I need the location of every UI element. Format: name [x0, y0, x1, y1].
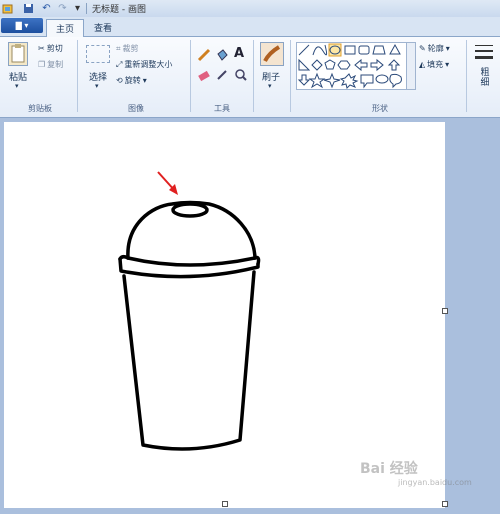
- resize-handle-right[interactable]: [442, 308, 448, 314]
- copy-icon: ❐: [38, 60, 46, 69]
- group-separator: [290, 40, 291, 112]
- save-icon[interactable]: [22, 2, 35, 14]
- select-icon[interactable]: [86, 45, 110, 63]
- text-tool[interactable]: A: [234, 46, 244, 61]
- eyedropper-icon: [217, 70, 227, 80]
- tab-view[interactable]: 查看: [86, 19, 120, 36]
- outline-icon: ✎: [419, 44, 426, 53]
- crop-icon: ⌗: [116, 43, 121, 53]
- pencil-tool[interactable]: [197, 48, 211, 62]
- shapes-gallery[interactable]: [296, 42, 408, 90]
- eraser-tool[interactable]: [197, 68, 211, 82]
- size-button[interactable]: 粗 细: [476, 68, 494, 88]
- resize-handle-bottom[interactable]: [222, 501, 228, 507]
- brushes-dropdown-icon[interactable]: ▾: [268, 82, 272, 90]
- color-picker-tool[interactable]: [215, 68, 229, 82]
- crop-button[interactable]: ⌗ 裁剪: [116, 43, 139, 54]
- fill-label: 填充: [427, 60, 444, 69]
- window-title: 无标题 - 画图: [92, 5, 146, 15]
- copy-button[interactable]: ❐ 复制: [38, 59, 63, 70]
- fill-icon: ◭: [419, 60, 426, 69]
- fill-button[interactable]: ◭ 填充 ▾: [419, 59, 449, 70]
- copy-label: 复制: [47, 60, 64, 69]
- tab-home[interactable]: 主页: [46, 19, 84, 37]
- paint-menu-button[interactable]: ▇ ▾: [1, 18, 43, 33]
- crop-label: 裁剪: [122, 44, 139, 53]
- redo-icon[interactable]: ↷: [56, 2, 69, 14]
- resize-icon: ⤢: [116, 59, 123, 69]
- select-dropdown-icon[interactable]: ▾: [95, 82, 99, 90]
- group-label-tools: 工具: [214, 104, 230, 113]
- paste-dropdown-icon[interactable]: ▾: [15, 82, 19, 90]
- resize-label: 重新调整大小: [124, 60, 173, 69]
- resize-button[interactable]: ⤢ 重新调整大小: [116, 59, 172, 70]
- group-separator: [466, 40, 467, 112]
- brushes-icon[interactable]: [260, 42, 284, 66]
- cup-drawing: [118, 171, 261, 451]
- group-separator: [253, 40, 254, 112]
- watermark: Bai 经验: [360, 461, 418, 477]
- rotate-label: 旋转: [124, 76, 141, 85]
- title-bar: ↶ ↷ ▾ 无标题 - 画图: [0, 0, 500, 18]
- magnifier-icon: [235, 69, 247, 81]
- size-icon[interactable]: [474, 42, 494, 62]
- resize-handle-corner[interactable]: [442, 501, 448, 507]
- fill-tool[interactable]: [215, 48, 229, 62]
- drawing-canvas[interactable]: [4, 122, 445, 508]
- cut-label: 剪切: [46, 44, 63, 53]
- pencil-icon: [197, 48, 211, 62]
- shapes-scrollbar[interactable]: [406, 42, 416, 90]
- outline-label: 轮廓: [427, 44, 444, 53]
- text-tool-icon: A: [234, 46, 245, 61]
- group-separator: [190, 40, 191, 112]
- watermark-url: jingyan.baidu.com: [398, 478, 472, 487]
- group-separator: [77, 40, 78, 112]
- title-separator: [86, 3, 87, 14]
- customize-toolbar-dropdown-icon[interactable]: ▾: [71, 2, 84, 14]
- group-label-clipboard: 剪贴板: [28, 104, 52, 113]
- group-label-image: 图像: [128, 104, 144, 113]
- paste-icon[interactable]: [8, 42, 28, 66]
- shapes-icons: [297, 43, 402, 89]
- magnifier-tool[interactable]: [234, 68, 248, 82]
- eraser-icon: [198, 70, 210, 82]
- group-label-shapes: 形状: [372, 104, 388, 113]
- cut-button[interactable]: ✂ 剪切: [38, 43, 63, 54]
- rotate-icon: ⟲: [116, 76, 123, 85]
- paint-bucket-icon: [217, 49, 228, 61]
- canvas-workspace: [0, 118, 500, 514]
- rotate-button[interactable]: ⟲ 旋转 ▾: [116, 75, 147, 86]
- undo-icon[interactable]: ↶: [40, 2, 53, 14]
- paint-app-icon[interactable]: [1, 2, 14, 14]
- scissors-icon: ✂: [38, 44, 45, 53]
- outline-button[interactable]: ✎ 轮廓 ▾: [419, 43, 450, 54]
